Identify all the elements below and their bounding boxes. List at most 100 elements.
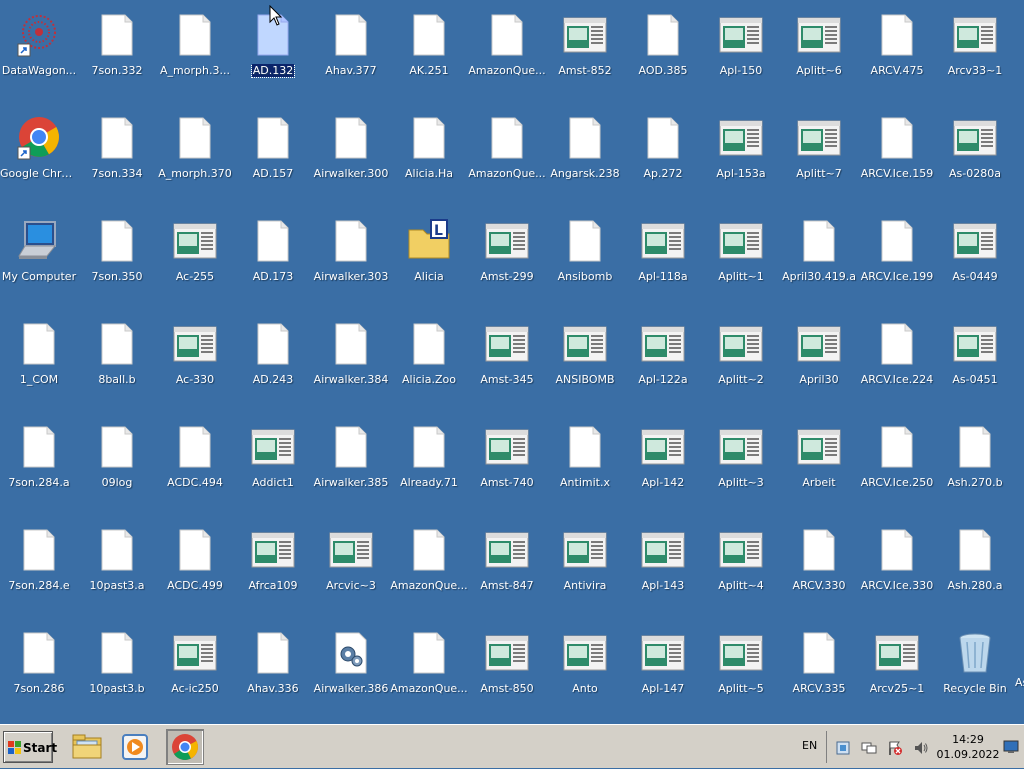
desktop-icon[interactable]: Apl-150 [702, 6, 780, 106]
explorer-taskbar-button[interactable] [68, 729, 106, 765]
desktop-icon[interactable]: ACDC.499 [156, 521, 234, 621]
desktop-icon[interactable]: Ansibomb [546, 212, 624, 312]
desktop-icon[interactable]: Arcv25~1 [858, 624, 936, 724]
desktop-icon[interactable]: AD.243 [234, 315, 312, 415]
desktop-icon[interactable]: Afrca109 [234, 521, 312, 621]
desktop-icon[interactable]: ARCV.475 [858, 6, 936, 106]
desktop-icon[interactable]: A_morph.3... [156, 6, 234, 106]
desktop-icon[interactable]: ARCV.Ice.159 [858, 109, 936, 209]
desktop-icon[interactable]: Ash.280.a [936, 521, 1014, 621]
desktop-icon[interactable]: Aplitt~3 [702, 418, 780, 518]
desktop-icon[interactable]: As-0451 [936, 315, 1014, 415]
desktop-icon[interactable]: ARCV.Ice.224 [858, 315, 936, 415]
desktop-icon[interactable]: 10past3.b [78, 624, 156, 724]
desktop-icon[interactable]: Angarsk.238 [546, 109, 624, 209]
desktop-icon[interactable]: AmazonQue... [390, 521, 468, 621]
chrome-taskbar-button[interactable] [166, 729, 204, 765]
desktop-icon[interactable]: Arbeit [780, 418, 858, 518]
desktop-icon[interactable]: 7son.334 [78, 109, 156, 209]
desktop-icon[interactable]: Antivira [546, 521, 624, 621]
desktop-icon[interactable]: Amst-740 [468, 418, 546, 518]
desktop-icon[interactable]: AOD.385 [624, 6, 702, 106]
desktop-icon[interactable]: 10past3.a [78, 521, 156, 621]
network-icon[interactable] [861, 740, 877, 756]
desktop-icon[interactable]: Amst-847 [468, 521, 546, 621]
desktop-icon[interactable]: Addict1 [234, 418, 312, 518]
desktop-icon[interactable]: Apl-122a [624, 315, 702, 415]
desktop-icon[interactable]: Amst-850 [468, 624, 546, 724]
desktop-icon[interactable]: AD.173 [234, 212, 312, 312]
desktop-icon[interactable]: April30.419.a [780, 212, 858, 312]
show-desktop-icon[interactable] [1003, 740, 1019, 754]
desktop-icon[interactable]: A_morph.370 [156, 109, 234, 209]
desktop-icon[interactable]: 1_COM [0, 315, 78, 415]
desktop-icon[interactable]: 8ball.b [78, 315, 156, 415]
desktop-icon[interactable]: Anto [546, 624, 624, 724]
desktop-icon[interactable]: ANSIBOMB [546, 315, 624, 415]
desktop-icon[interactable]: AmazonQue... [468, 109, 546, 209]
desktop-icon[interactable]: Aplitt~5 [702, 624, 780, 724]
desktop-icon[interactable]: 7son.284.a [0, 418, 78, 518]
desktop-icon[interactable]: Airwalker.300 [312, 109, 390, 209]
desktop-icon[interactable]: Arcvic~3 [312, 521, 390, 621]
desktop-icon[interactable]: Already.71 [390, 418, 468, 518]
start-button[interactable]: Start [3, 731, 57, 763]
desktop-icon[interactable]: Amst-852 [546, 6, 624, 106]
desktop-icon[interactable]: As-0280a [936, 109, 1014, 209]
desktop-icon[interactable]: Airwalker.386 [312, 624, 390, 724]
desktop-icon[interactable]: 7son.284.e [0, 521, 78, 621]
desktop-icon[interactable]: Antimit.x [546, 418, 624, 518]
desktop-icon[interactable]: Apl-143 [624, 521, 702, 621]
desktop-icon[interactable]: AmazonQue... [468, 6, 546, 106]
desktop-icon[interactable]: Apl-153a [702, 109, 780, 209]
desktop-icon[interactable]: Airwalker.384 [312, 315, 390, 415]
desktop-icon[interactable]: Ac-330 [156, 315, 234, 415]
desktop-icon[interactable]: My Computer [0, 212, 78, 312]
desktop-icon[interactable]: Apl-142 [624, 418, 702, 518]
desktop[interactable]: DataWagon... Google Chrome My Computer 1… [0, 0, 1024, 724]
desktop-icon[interactable]: Recycle Bin [936, 624, 1014, 724]
desktop-icon[interactable]: Ac-ic250 [156, 624, 234, 724]
desktop-icon[interactable]: ARCV.Ice.330 [858, 521, 936, 621]
desktop-icon[interactable]: Amst-345 [468, 315, 546, 415]
desktop-icon[interactable]: ARCV.335 [780, 624, 858, 724]
partial-icon-label[interactable]: As [1015, 676, 1024, 689]
clock-date[interactable]: 01.09.2022 [936, 748, 1000, 761]
desktop-icon[interactable]: Amst-299 [468, 212, 546, 312]
desktop-icon[interactable]: L Alicia [390, 212, 468, 312]
desktop-icon[interactable]: Aplitt~7 [780, 109, 858, 209]
desktop-icon[interactable]: Alicia.Zoo [390, 315, 468, 415]
media-player-taskbar-button[interactable] [116, 729, 154, 765]
desktop-icon[interactable]: Ash.270.b [936, 418, 1014, 518]
desktop-icon[interactable]: AmazonQue... [390, 624, 468, 724]
desktop-icon[interactable]: Aplitt~6 [780, 6, 858, 106]
desktop-icon[interactable]: Aplitt~1 [702, 212, 780, 312]
desktop-icon[interactable]: ACDC.494 [156, 418, 234, 518]
action-center-icon[interactable] [835, 740, 851, 756]
desktop-icon[interactable]: Google Chrome [0, 109, 78, 209]
desktop-icon[interactable]: Alicia.Ha [390, 109, 468, 209]
desktop-icon[interactable]: Apl-147 [624, 624, 702, 724]
desktop-icon[interactable]: Ahav.377 [312, 6, 390, 106]
desktop-icon[interactable]: 7son.332 [78, 6, 156, 106]
desktop-icon[interactable]: 7son.350 [78, 212, 156, 312]
desktop-icon[interactable]: Arcv33~1 [936, 6, 1014, 106]
flag-warning-icon[interactable] [887, 740, 903, 756]
desktop-icon[interactable]: 09log [78, 418, 156, 518]
desktop-icon[interactable]: Ac-255 [156, 212, 234, 312]
desktop-icon[interactable]: Aplitt~2 [702, 315, 780, 415]
desktop-icon[interactable]: Ahav.336 [234, 624, 312, 724]
clock-time[interactable]: 14:29 [948, 733, 988, 746]
desktop-icon[interactable]: DataWagon... [0, 6, 78, 106]
desktop-icon[interactable]: Aplitt~4 [702, 521, 780, 621]
desktop-icon[interactable]: ARCV.Ice.199 [858, 212, 936, 312]
desktop-icon[interactable]: ARCV.330 [780, 521, 858, 621]
desktop-icon[interactable]: AK.251 [390, 6, 468, 106]
desktop-icon[interactable]: 7son.286 [0, 624, 78, 724]
desktop-icon[interactable]: AD.157 [234, 109, 312, 209]
desktop-icon[interactable]: Apl-118a [624, 212, 702, 312]
desktop-icon[interactable]: Airwalker.385 [312, 418, 390, 518]
desktop-icon[interactable]: Airwalker.303 [312, 212, 390, 312]
desktop-icon[interactable]: As-0449 [936, 212, 1014, 312]
desktop-icon[interactable]: Ap.272 [624, 109, 702, 209]
